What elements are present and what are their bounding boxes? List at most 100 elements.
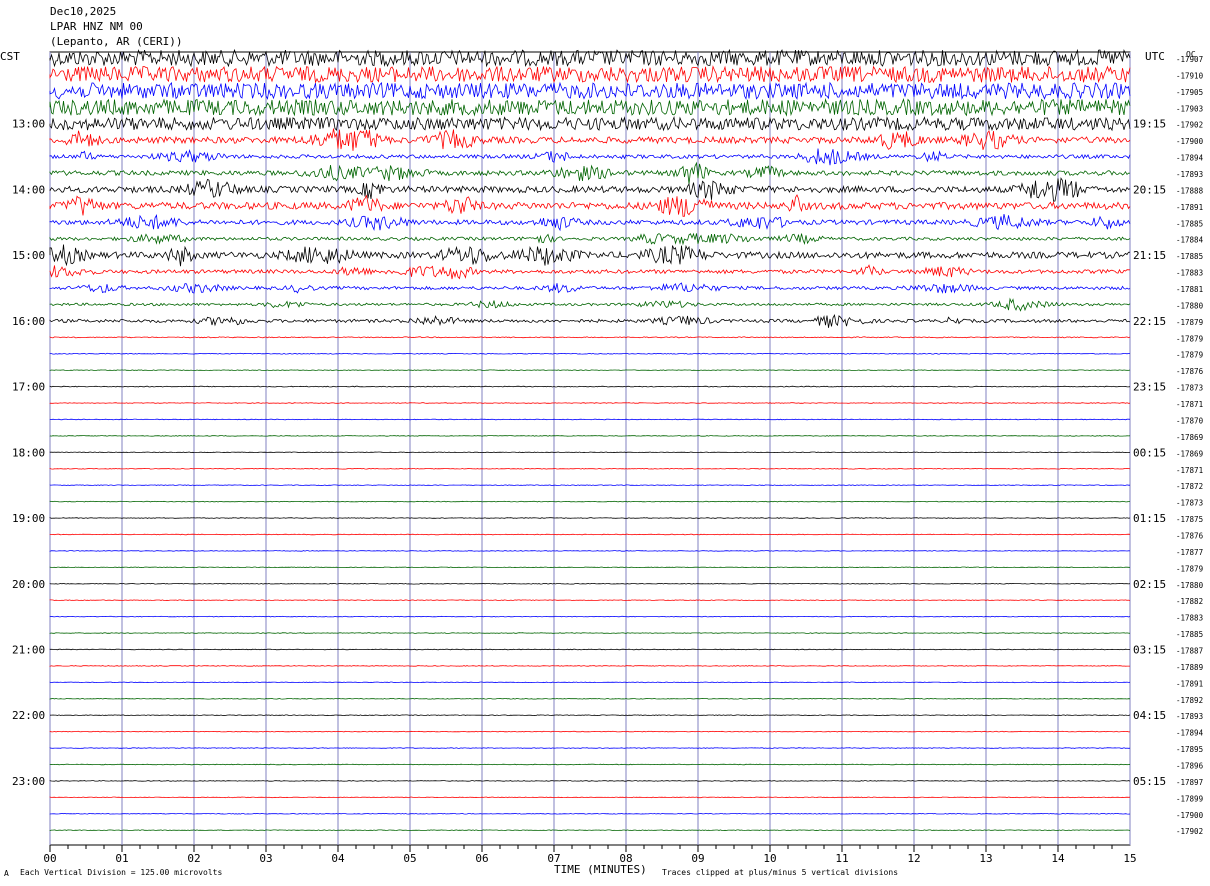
trace-line [49, 214, 1131, 232]
plot-frame [49, 51, 1131, 846]
trace-value-label: -17879 [1176, 564, 1203, 573]
trace-line [49, 314, 1131, 328]
right-time-label: 23:15 [1133, 381, 1166, 394]
trace-line [49, 65, 1131, 84]
trace-value-label: -17885 [1176, 252, 1203, 261]
trace-line [49, 148, 1131, 166]
trace-line [49, 829, 1131, 832]
trace-value-label: -17870 [1176, 416, 1204, 425]
trace-line [49, 418, 1131, 421]
trace-value-label: -17885 [1176, 219, 1203, 228]
trace-value-label: -17897 [1176, 778, 1203, 787]
trace-line [49, 796, 1131, 799]
x-tick-label: 01 [115, 852, 128, 865]
trace-line [49, 484, 1130, 486]
trace-value-label: -17892 [1176, 696, 1203, 705]
right-time-label: 05:15 [1133, 775, 1166, 788]
trace-value-label: -17879 [1176, 351, 1203, 360]
trace-value-label: -17883 [1176, 269, 1203, 278]
trace-line [49, 115, 1131, 132]
trace-line [49, 264, 1131, 280]
trace-line [49, 369, 1131, 371]
trace-value-label: -17883 [1176, 614, 1203, 623]
trace-value-label: -17893 [1176, 712, 1203, 721]
x-tick-label: 05 [403, 852, 416, 865]
x-tick-label: 00 [43, 852, 56, 865]
trace-line [49, 566, 1131, 569]
trace-value-label: -17896 [1176, 761, 1204, 770]
trace-line [49, 402, 1131, 404]
trace-line [49, 665, 1130, 667]
trace-line [49, 451, 1131, 454]
right-time-label: 04:15 [1133, 709, 1166, 722]
trace-line [49, 244, 1131, 267]
right-time-label: 01:15 [1133, 512, 1166, 525]
x-tick-label: 12 [907, 852, 920, 865]
trace-line [49, 681, 1131, 684]
trace-line [49, 648, 1131, 651]
trace-line [49, 714, 1131, 716]
trace-line [49, 780, 1131, 782]
trace-value-label: -17894 [1176, 729, 1204, 738]
trace-line [49, 763, 1131, 766]
trace-line [49, 730, 1131, 733]
trace-value-label: -17902 [1176, 827, 1203, 836]
trace-line [49, 98, 1131, 117]
left-time-label: 13:00 [12, 118, 45, 131]
right-time-label: 20:15 [1133, 183, 1166, 196]
trace-line [49, 81, 1131, 100]
right-time-label: 22:15 [1133, 315, 1166, 328]
left-time-label: 16:00 [12, 315, 45, 328]
trace-line [49, 582, 1131, 585]
left-time-label: 15:00 [12, 249, 45, 262]
trace-value-label: -17871 [1176, 400, 1203, 409]
trace-value-label: -17907 [1176, 55, 1203, 64]
right-time-label: 19:15 [1133, 118, 1166, 131]
trace-line [49, 698, 1131, 700]
trace-value-label: -17888 [1176, 186, 1204, 195]
trace-value-label: -17873 [1176, 499, 1203, 508]
trace-value-label: -17894 [1176, 154, 1204, 163]
clip-note: Traces clipped at plus/minus 5 vertical … [662, 868, 899, 877]
trace-value-label: -17876 [1176, 531, 1204, 540]
left-time-label: 20:00 [12, 578, 45, 591]
x-tick-label: 15 [1123, 852, 1136, 865]
trace-line [49, 336, 1131, 339]
trace-value-label: -17881 [1176, 285, 1203, 294]
trace-value-label: -17899 [1176, 794, 1203, 803]
trace-line [49, 500, 1130, 503]
x-tick-label: 13 [979, 852, 992, 865]
right-time-label: 00:15 [1133, 446, 1166, 459]
trace-value-label: -17869 [1176, 433, 1203, 442]
trace-value-label: -17875 [1176, 515, 1203, 524]
left-time-label: 21:00 [12, 643, 45, 656]
left-time-label: 19:00 [12, 512, 45, 525]
trace-value-label: -17880 [1176, 581, 1204, 590]
seismogram-plot: 00 01 02 03 04 05 06 07 08 09 10 11 12 13 14 15-17907-1… [12, 48, 1204, 865]
left-time-label: 18:00 [12, 446, 45, 459]
trace-value-label: -17879 [1176, 334, 1203, 343]
trace-line [49, 194, 1131, 217]
trace-line [49, 161, 1131, 185]
trace-value-label: -17879 [1176, 318, 1203, 327]
right-time-label: 02:15 [1133, 578, 1166, 591]
trace-line [49, 517, 1131, 519]
trace-value-label: -17873 [1176, 384, 1203, 393]
right-time-label: 21:15 [1133, 249, 1166, 262]
trace-value-label: -17884 [1176, 236, 1204, 245]
trace-value-label: -17891 [1176, 679, 1203, 688]
x-tick-label: 03 [259, 852, 272, 865]
trace-line [49, 297, 1131, 312]
trace-value-label: -17885 [1176, 630, 1203, 639]
trace-value-label: -17887 [1176, 646, 1203, 655]
trace-line [49, 177, 1131, 202]
trace-line [49, 282, 1131, 294]
trace-line [49, 615, 1131, 618]
trace-line [49, 813, 1131, 815]
x-tick-label: 06 [475, 852, 488, 865]
trace-line [49, 599, 1131, 601]
trace-value-label: -17876 [1176, 367, 1204, 376]
trace-value-label: -17871 [1176, 466, 1203, 475]
trace-line [49, 747, 1131, 749]
corner-mark: A [4, 869, 9, 878]
